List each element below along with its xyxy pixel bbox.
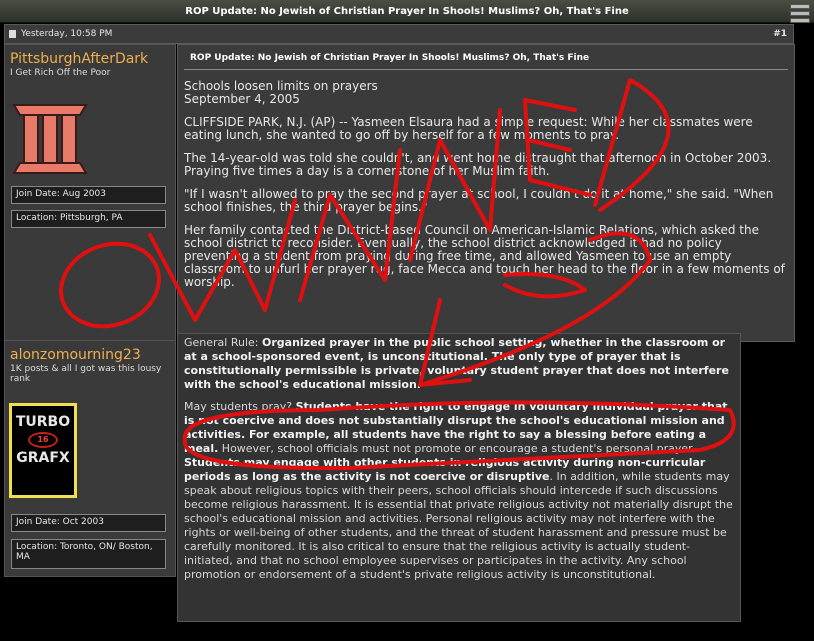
username-link[interactable]: alonzomourning23	[5, 341, 175, 363]
user-avatar	[12, 104, 88, 174]
user-title: 1K posts & all I got was this lousy rank	[10, 364, 162, 384]
post-number-link[interactable]: #1	[773, 29, 793, 39]
policy-paragraph: General Rule: Organized prayer in the pu…	[184, 336, 729, 391]
user-avatar: TURBO 16 GRAFX	[9, 403, 77, 498]
window-title-bar: ROP Update: No Jewish of Christian Praye…	[0, 0, 814, 23]
user-sidebar-2: alonzomourning23 1K posts & all I got wa…	[4, 340, 176, 577]
policy-paragraph: May students pray? Students have the rig…	[184, 400, 733, 581]
post-title: ROP Update: No Jewish of Christian Praye…	[184, 45, 788, 70]
post-meta-bar: Yesterday, 10:58 PM #1	[4, 24, 794, 44]
article-paragraph: The 14-year-old was told she couldn't, a…	[184, 151, 772, 178]
location: Location: Pittsburgh, PA	[11, 210, 166, 228]
article-paragraph: Her family contacted the District-based …	[184, 223, 785, 289]
article-headline: Schools loosen limits on prayers Septemb…	[184, 79, 378, 106]
join-date: Join Date: Oct 2003	[11, 514, 166, 532]
username-link[interactable]: PittsburghAfterDark	[5, 45, 175, 67]
post-content-1: ROP Update: No Jewish of Christian Praye…	[177, 44, 795, 342]
user-sidebar-1: PittsburghAfterDark I Get Rich Off the P…	[4, 44, 176, 342]
post-content-2: General Rule: Organized prayer in the pu…	[177, 333, 741, 622]
window-title: ROP Update: No Jewish of Christian Praye…	[185, 5, 629, 17]
article-paragraph: CLIFFSIDE PARK, N.J. (AP) -- Yasmeen Els…	[184, 115, 753, 142]
join-date: Join Date: Aug 2003	[11, 186, 166, 204]
user-title: I Get Rich Off the Poor	[10, 68, 111, 78]
post-timestamp: Yesterday, 10:58 PM	[21, 29, 113, 39]
menu-icon[interactable]	[790, 2, 810, 23]
location: Location: Toronto, ON/ Boston, MA	[11, 539, 166, 569]
article-paragraph: "If I wasn't allowed to pray the second …	[184, 187, 774, 214]
post-icon	[9, 30, 16, 38]
